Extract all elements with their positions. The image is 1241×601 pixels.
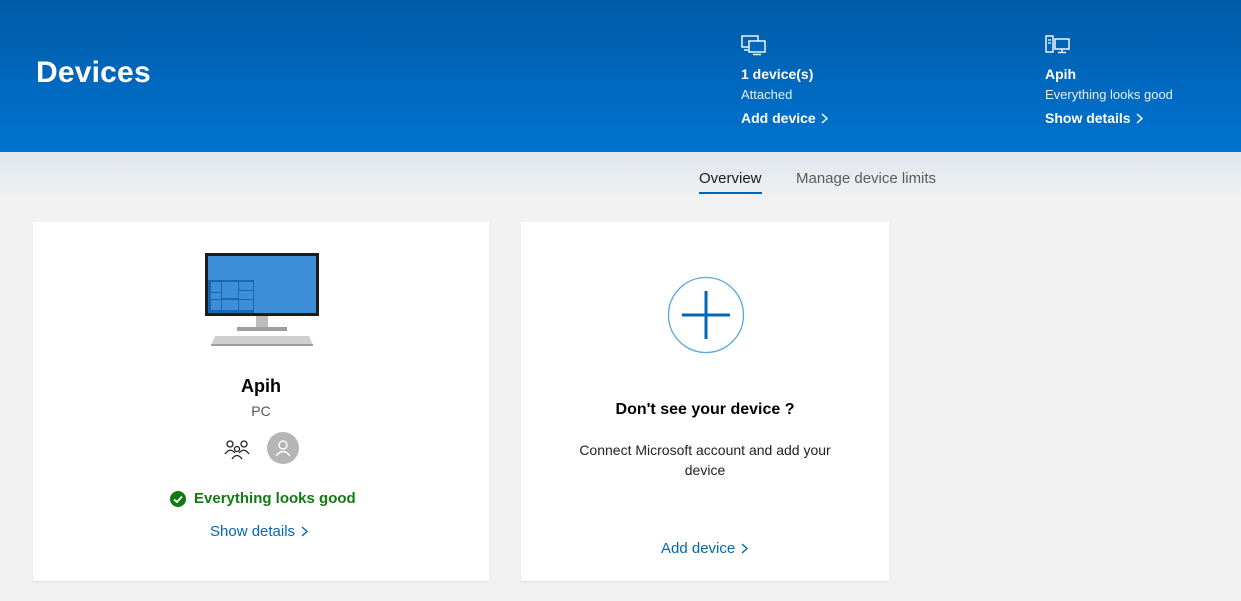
pc-summary: Apih Everything looks good Show details	[1045, 34, 1173, 128]
add-device-label: Add device	[661, 540, 736, 557]
add-device-title: Don't see your device ?	[615, 401, 795, 418]
devices-icon	[741, 35, 766, 56]
device-count: 1 device(s)	[741, 66, 814, 82]
device-type: PC	[251, 403, 271, 419]
header-shadow	[0, 152, 1241, 202]
page-title: Devices	[36, 56, 151, 89]
header-add-device-label: Add device	[741, 110, 816, 126]
pc-name: Apih	[1045, 66, 1077, 82]
device-count-sub: Attached	[741, 87, 793, 102]
header-show-details-label: Show details	[1045, 110, 1131, 126]
tab-manage-device-limits[interactable]: Manage device limits	[796, 170, 936, 188]
chevron-right-icon	[741, 543, 749, 554]
device-status: Everything looks good	[170, 490, 356, 507]
add-device-card: Don't see your device ? Connect Microsof…	[521, 222, 889, 581]
device-status-text: Everything looks good	[194, 490, 356, 507]
header-banner: Devices 1 device(s) Attached Add device …	[0, 0, 1241, 152]
tab-overview[interactable]: Overview	[699, 170, 762, 194]
plus-circle-icon[interactable]	[667, 276, 745, 354]
chevron-right-icon	[821, 112, 828, 124]
chevron-right-icon	[301, 526, 309, 537]
avatar-icon[interactable]	[267, 432, 299, 464]
show-details-label: Show details	[210, 523, 296, 540]
header-add-device-link[interactable]: Add device	[741, 109, 828, 127]
chevron-right-icon	[1136, 112, 1143, 124]
device-card: Apih PC Everything looks good Show detai…	[33, 222, 489, 581]
device-name: Apih	[241, 376, 281, 396]
header-show-details-link[interactable]: Show details	[1045, 109, 1143, 127]
family-icon	[224, 440, 250, 460]
pc-status: Everything looks good	[1045, 87, 1173, 102]
add-device-link[interactable]: Add device	[661, 540, 749, 557]
pc-icon	[1045, 35, 1070, 54]
show-details-link[interactable]: Show details	[210, 523, 309, 540]
add-device-description: Connect Microsoft account and add your d…	[579, 442, 831, 478]
check-circle-icon	[170, 490, 186, 507]
monitor-icon	[205, 253, 319, 346]
person-icon	[275, 440, 291, 457]
devices-summary: 1 device(s) Attached Add device	[741, 34, 828, 128]
